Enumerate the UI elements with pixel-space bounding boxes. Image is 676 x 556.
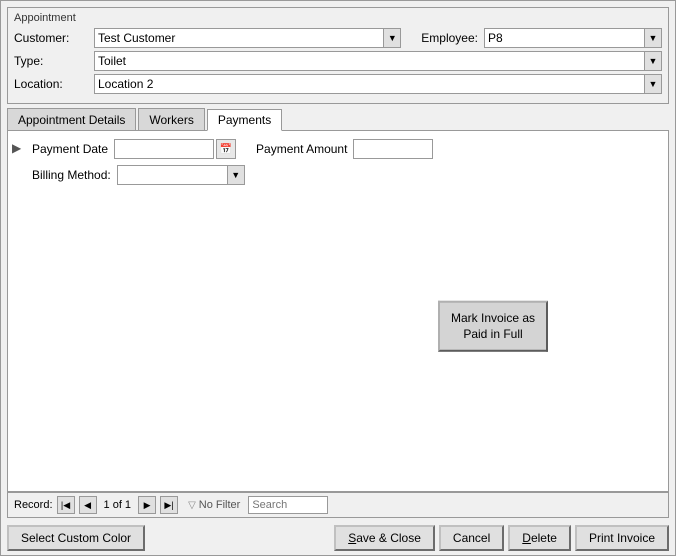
main-window: Appointment Customer: ▼ Employee: ▼ Type… — [0, 0, 676, 556]
type-label: Type: — [14, 54, 94, 68]
filter-icon: ▽ — [188, 500, 196, 511]
record-count-text: 1 of 1 — [104, 499, 132, 511]
type-field-wrap: ▼ — [94, 51, 662, 71]
tabs-area: Appointment Details Workers Payments ▶ P… — [7, 108, 669, 492]
payment-date-row: Payment Date 📅 Payment Amount — [32, 139, 660, 159]
prev-record-btn[interactable]: ◀ — [79, 496, 97, 514]
employee-input[interactable] — [484, 28, 644, 48]
appointment-group: Appointment Customer: ▼ Employee: ▼ Type… — [7, 7, 669, 104]
billing-method-label: Billing Method: — [32, 168, 111, 182]
no-filter-area: ▽ No Filter — [188, 499, 240, 511]
delete-button[interactable]: Delete — [508, 525, 571, 551]
customer-dropdown-btn[interactable]: ▼ — [383, 28, 401, 48]
search-input[interactable] — [248, 496, 328, 514]
record-pointer-icon: ▶ — [12, 141, 21, 155]
type-input[interactable] — [94, 51, 644, 71]
bottom-bar: Select Custom Color Save & Close Cancel … — [1, 521, 675, 555]
print-invoice-button[interactable]: Print Invoice — [575, 525, 669, 551]
employee-section: Employee: ▼ — [421, 28, 662, 48]
location-field-wrap: ▼ — [94, 74, 662, 94]
billing-method-input[interactable] — [117, 165, 227, 185]
type-dropdown-btn[interactable]: ▼ — [644, 51, 662, 71]
payment-amount-input[interactable] — [353, 139, 433, 159]
customer-field-wrap: ▼ — [94, 28, 401, 48]
customer-input[interactable] — [94, 28, 383, 48]
billing-select-wrap: ▼ — [117, 165, 245, 185]
type-row: Type: ▼ — [14, 51, 662, 71]
billing-method-row: Billing Method: ▼ — [32, 165, 660, 185]
next-record-btn[interactable]: ▶ — [138, 496, 156, 514]
tab-header: Appointment Details Workers Payments — [7, 108, 669, 130]
last-record-btn[interactable]: ▶| — [160, 496, 178, 514]
tab-payments[interactable]: Payments — [207, 109, 282, 131]
delete-label: Delete — [522, 531, 557, 545]
record-label: Record: — [14, 499, 53, 511]
employee-label: Employee: — [421, 31, 478, 45]
record-navigator: Record: |◀ ◀ 1 of 1 ▶ ▶| ▽ No Filter — [7, 492, 669, 518]
payment-date-label: Payment Date — [32, 142, 108, 156]
location-row: Location: ▼ — [14, 74, 662, 94]
customer-row: Customer: ▼ Employee: ▼ — [14, 28, 662, 48]
group-label: Appointment — [14, 12, 662, 24]
save-close-button[interactable]: Save & Close — [334, 525, 435, 551]
cancel-button[interactable]: Cancel — [439, 525, 504, 551]
customer-label: Customer: — [14, 31, 94, 45]
payments-tab-content: ▶ Payment Date 📅 Payment Amount Billing … — [7, 130, 669, 492]
select-custom-color-button[interactable]: Select Custom Color — [7, 525, 145, 551]
employee-field-wrap: ▼ — [484, 28, 662, 48]
no-filter-label: No Filter — [199, 499, 241, 511]
billing-method-dropdown-btn[interactable]: ▼ — [227, 165, 245, 185]
location-input[interactable] — [94, 74, 644, 94]
payment-date-input[interactable] — [114, 139, 214, 159]
mark-invoice-paid-button[interactable]: Mark Invoice as Paid in Full — [438, 301, 548, 352]
tab-appointment-details[interactable]: Appointment Details — [7, 108, 136, 130]
calendar-icon-btn[interactable]: 📅 — [216, 139, 236, 159]
payment-amount-label: Payment Amount — [256, 142, 347, 156]
employee-dropdown-btn[interactable]: ▼ — [644, 28, 662, 48]
location-label: Location: — [14, 77, 94, 91]
tab-workers[interactable]: Workers — [138, 108, 204, 130]
location-dropdown-btn[interactable]: ▼ — [644, 74, 662, 94]
first-record-btn[interactable]: |◀ — [57, 496, 75, 514]
save-close-label: Save & Close — [348, 531, 421, 545]
